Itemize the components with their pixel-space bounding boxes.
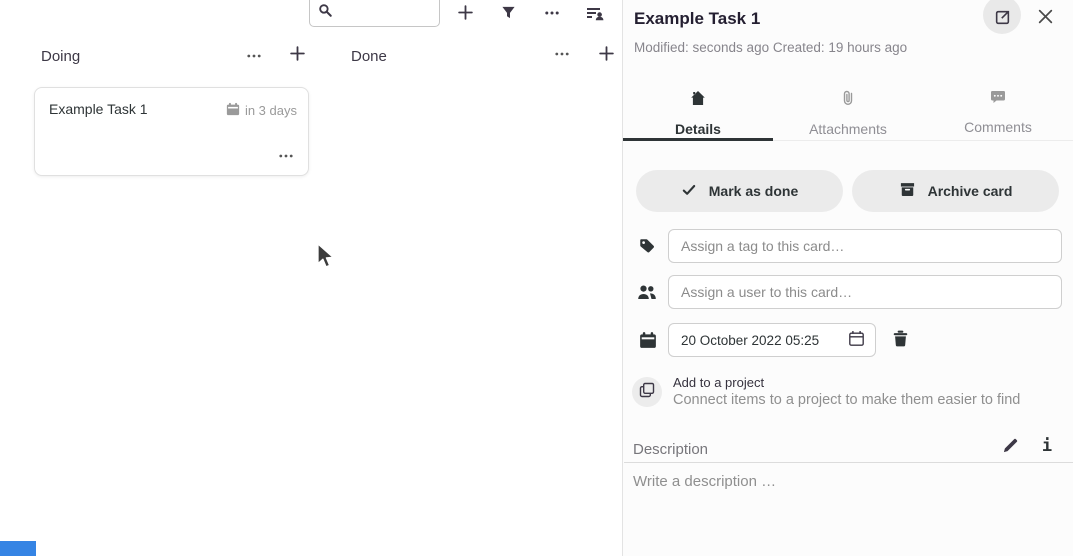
users-icon [637,284,657,300]
due-date-value: 20 October 2022 05:25 [681,333,848,348]
archive-icon [899,181,916,201]
search-icon [318,3,333,18]
mouse-cursor [316,242,335,275]
chat-icon [990,90,1006,109]
tab-comments[interactable]: Comments [923,84,1073,140]
pencil-icon [1002,437,1019,457]
more-icon [278,148,294,167]
mark-as-done-button[interactable]: Mark as done [636,170,843,212]
paperclip-icon [841,90,855,111]
column-done-add-button[interactable] [592,41,620,69]
close-icon [1037,8,1054,28]
tab-label: Attachments [809,121,887,137]
add-to-project-subtitle: Connect items to a project to make them … [673,392,1020,408]
more-icon [246,48,262,67]
due-date-field[interactable]: 20 October 2022 05:25 [668,323,876,357]
panel-title: Example Task 1 [634,9,760,29]
view-options-button[interactable] [579,0,611,30]
description-editor[interactable]: Write a description … [633,473,1063,543]
close-button[interactable] [1035,8,1055,28]
tab-attachments[interactable]: Attachments [773,84,923,140]
popout-button[interactable] [983,0,1021,34]
card-title: Example Task 1 [49,101,148,117]
search-box[interactable] [309,0,440,27]
home-icon [690,90,706,111]
date-picker-button[interactable] [848,330,865,350]
edit-description-button[interactable] [998,435,1022,459]
archive-card-button[interactable]: Archive card [852,170,1059,212]
description-info-button[interactable]: i [1035,434,1059,458]
description-label: Description [633,441,708,458]
column-doing-add-button[interactable] [283,41,311,69]
add-card-button[interactable] [449,0,481,30]
board-menu-button[interactable] [536,0,568,30]
tab-details[interactable]: Details [623,84,773,140]
check-icon [681,182,697,201]
more-icon [544,5,560,24]
info-icon: i [1042,438,1052,455]
tab-label: Comments [964,119,1032,135]
more-icon [554,46,570,65]
assign-tag-input[interactable] [668,229,1062,263]
calendar-icon [226,102,240,119]
column-title-doing: Doing [41,47,80,67]
card-detail-panel: Example Task 1 Modified: seconds ago Cre… [623,0,1073,556]
column-doing-menu-button[interactable] [240,43,268,71]
tab-bar: Details Attachments Comments [623,84,1073,141]
tab-label: Details [675,121,721,137]
tag-icon [638,237,656,255]
plus-icon [289,45,306,65]
active-tab-indicator [623,138,773,141]
app-window: Doing Done Example Task 1 in 3 days [0,0,1073,556]
task-card[interactable]: Example Task 1 in 3 days [34,87,309,176]
plus-icon [598,45,615,65]
accent-corner-box [0,541,36,556]
filter-button[interactable] [492,0,524,30]
list-assignee-icon [586,5,605,24]
archive-card-label: Archive card [928,183,1013,199]
calendar-outline-icon [848,330,865,350]
assign-user-input[interactable] [668,275,1062,309]
card-due-date: in 3 days [226,102,297,119]
mark-as-done-label: Mark as done [709,183,798,199]
search-input[interactable] [333,0,428,21]
card-due-label: in 3 days [245,103,297,118]
column-title-done: Done [351,47,387,67]
panel-meta: Modified: seconds ago Created: 19 hours … [634,40,907,55]
trash-icon [892,330,909,351]
filter-icon [501,5,516,23]
column-done-menu-button[interactable] [548,41,576,69]
popout-icon [994,9,1011,29]
add-to-project-title[interactable]: Add to a project [673,375,764,390]
add-to-project-button[interactable] [632,377,662,407]
plus-icon [457,4,474,24]
description-divider [624,462,1073,463]
card-menu-button[interactable] [276,149,296,165]
copy-stack-icon [639,382,655,403]
calendar-icon [639,331,657,349]
remove-due-date-button[interactable] [888,328,912,352]
